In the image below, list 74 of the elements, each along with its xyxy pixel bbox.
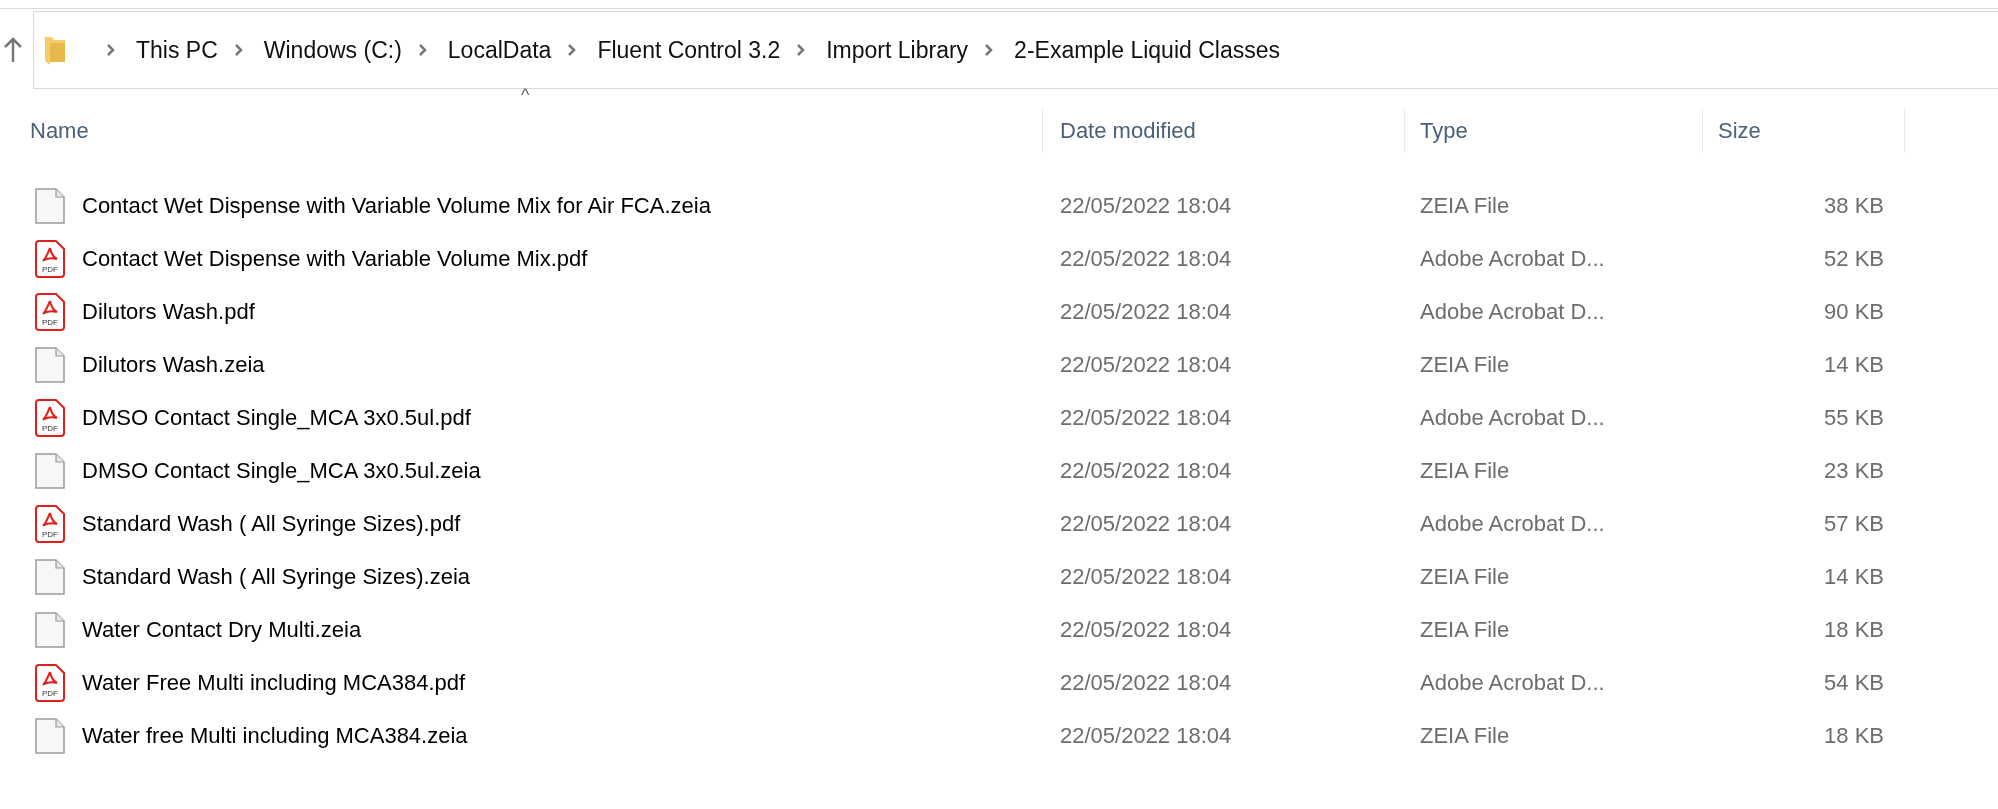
size-text: 57 KB <box>1824 510 1884 537</box>
chevron-icon[interactable] <box>796 43 807 57</box>
size-text: 23 KB <box>1824 457 1884 484</box>
chevron-icon[interactable] <box>567 43 578 57</box>
date-text: 22/05/2022 18:04 <box>1060 351 1232 378</box>
type-text: Adobe Acrobat D... <box>1420 669 1605 696</box>
address-bar[interactable]: This PC Windows (C:) LocalData Fluent Control 3.2 Import Library 2-Example Liquid Classes <box>33 11 1998 89</box>
date-text: 22/05/2022 18:04 <box>1060 563 1232 590</box>
breadcrumb-item[interactable]: 2-Example Liquid Classes <box>1014 36 1280 64</box>
blank-file-icon <box>35 611 65 648</box>
type-text: ZEIA File <box>1420 351 1510 378</box>
column-header[interactable]: Type <box>1420 118 1468 144</box>
breadcrumb-item[interactable]: LocalData <box>447 36 552 64</box>
file-name[interactable]: Water Free Multi including MCA384.pdf <box>82 669 466 696</box>
type-text: ZEIA File <box>1420 563 1510 590</box>
blank-file-icon <box>35 452 65 489</box>
size-text: 55 KB <box>1824 404 1884 431</box>
date-text: 22/05/2022 18:04 <box>1060 298 1232 325</box>
size-text: 14 KB <box>1824 351 1884 378</box>
breadcrumb-item[interactable]: This PC <box>136 36 218 64</box>
date-text: 22/05/2022 18:04 <box>1060 192 1232 219</box>
type-text: Adobe Acrobat D... <box>1420 245 1605 272</box>
date-text: 22/05/2022 18:04 <box>1060 510 1232 537</box>
file-name[interactable]: DMSO Contact Single_MCA 3x0.5ul.pdf <box>82 404 471 431</box>
size-text: 38 KB <box>1824 192 1884 219</box>
breadcrumb-item[interactable]: Import Library <box>826 36 969 64</box>
file-name[interactable]: Dilutors Wash.pdf <box>82 298 255 325</box>
date-text: 22/05/2022 18:04 <box>1060 722 1232 749</box>
date-text: 22/05/2022 18:04 <box>1060 404 1232 431</box>
size-text: 54 KB <box>1824 669 1884 696</box>
type-text: ZEIA File <box>1420 457 1510 484</box>
breadcrumb-item[interactable]: Windows (C:) <box>263 36 402 64</box>
pdf-file-icon: PDF <box>35 398 65 437</box>
date-text: 22/05/2022 18:04 <box>1060 616 1232 643</box>
pdf-file-icon: PDF <box>35 663 65 702</box>
file-name[interactable]: Dilutors Wash.zeia <box>82 351 265 378</box>
folder-icon <box>44 35 66 65</box>
size-text: 18 KB <box>1824 722 1884 749</box>
up-arrow-icon[interactable] <box>3 37 23 63</box>
breadcrumb-item[interactable]: Fluent Control 3.2 <box>597 36 781 64</box>
size-text: 18 KB <box>1824 616 1884 643</box>
pdf-file-icon: PDF <box>35 292 65 331</box>
pdf-file-icon: PDF <box>35 239 65 278</box>
pdf-file-icon: PDF <box>35 504 65 543</box>
file-name[interactable]: Water Contact Dry Multi.zeia <box>82 616 362 643</box>
chevron-icon[interactable] <box>417 43 428 57</box>
type-text: Adobe Acrobat D... <box>1420 404 1605 431</box>
chevron-icon[interactable] <box>984 43 995 57</box>
chevron-icon[interactable] <box>106 43 116 57</box>
size-text: 52 KB <box>1824 245 1884 272</box>
file-name[interactable]: Standard Wash ( All Syringe Sizes).pdf <box>82 510 461 537</box>
column-header[interactable]: Name <box>30 118 89 144</box>
file-name[interactable]: DMSO Contact Single_MCA 3x0.5ul.zeia <box>82 457 481 484</box>
type-text: Adobe Acrobat D... <box>1420 510 1605 537</box>
column-header[interactable]: Date modified <box>1060 118 1196 144</box>
chevron-icon[interactable] <box>233 43 244 57</box>
size-text: 14 KB <box>1824 563 1884 590</box>
blank-file-icon <box>35 187 65 224</box>
date-text: 22/05/2022 18:04 <box>1060 669 1232 696</box>
type-text: ZEIA File <box>1420 616 1510 643</box>
type-text: ZEIA File <box>1420 722 1510 749</box>
file-name[interactable]: Standard Wash ( All Syringe Sizes).zeia <box>82 563 471 590</box>
date-text: 22/05/2022 18:04 <box>1060 245 1232 272</box>
size-text: 90 KB <box>1824 298 1884 325</box>
blank-file-icon <box>35 717 65 754</box>
type-text: ZEIA File <box>1420 192 1510 219</box>
file-name[interactable]: Contact Wet Dispense with Variable Volume Mix for Air FCA.zeia <box>82 192 711 219</box>
file-name[interactable]: Water free Multi including MCA384.zeia <box>82 722 468 749</box>
column-header[interactable]: Size <box>1718 118 1761 144</box>
file-name[interactable]: Contact Wet Dispense with Variable Volume Mix.pdf <box>82 245 588 272</box>
blank-file-icon <box>35 346 65 383</box>
blank-file-icon <box>35 558 65 595</box>
type-text: Adobe Acrobat D... <box>1420 298 1605 325</box>
date-text: 22/05/2022 18:04 <box>1060 457 1232 484</box>
